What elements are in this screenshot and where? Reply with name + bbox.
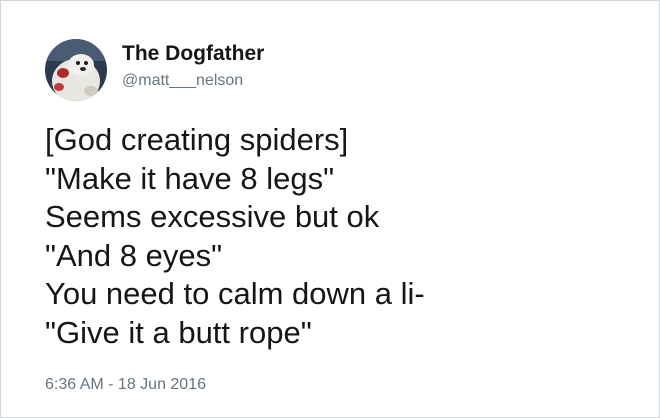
dog-avatar-icon <box>45 39 107 101</box>
tweet-text-line: "Make it have 8 legs" <box>45 160 335 196</box>
tweet-card: The Dogfather @matt___nelson [God creati… <box>0 0 660 418</box>
tweet-text-line: [God creating spiders] <box>45 122 349 157</box>
tweet-text-line: "Give it a butt rope" <box>45 314 312 350</box>
tweet-timestamp[interactable]: 6:36 AM - 18 Jun 2016 <box>45 375 206 395</box>
tweet-text: [God creating spiders] "Make it have 8 l… <box>45 121 425 352</box>
display-name[interactable]: The Dogfather <box>122 41 264 67</box>
avatar[interactable] <box>45 39 107 101</box>
tweet-text-line: "And 8 eyes" <box>45 237 223 273</box>
user-handle[interactable]: @matt___nelson <box>122 71 243 91</box>
tweet-text-line: You need to calm down a li- <box>45 276 425 311</box>
tweet-text-line: Seems excessive but ok <box>45 199 380 234</box>
